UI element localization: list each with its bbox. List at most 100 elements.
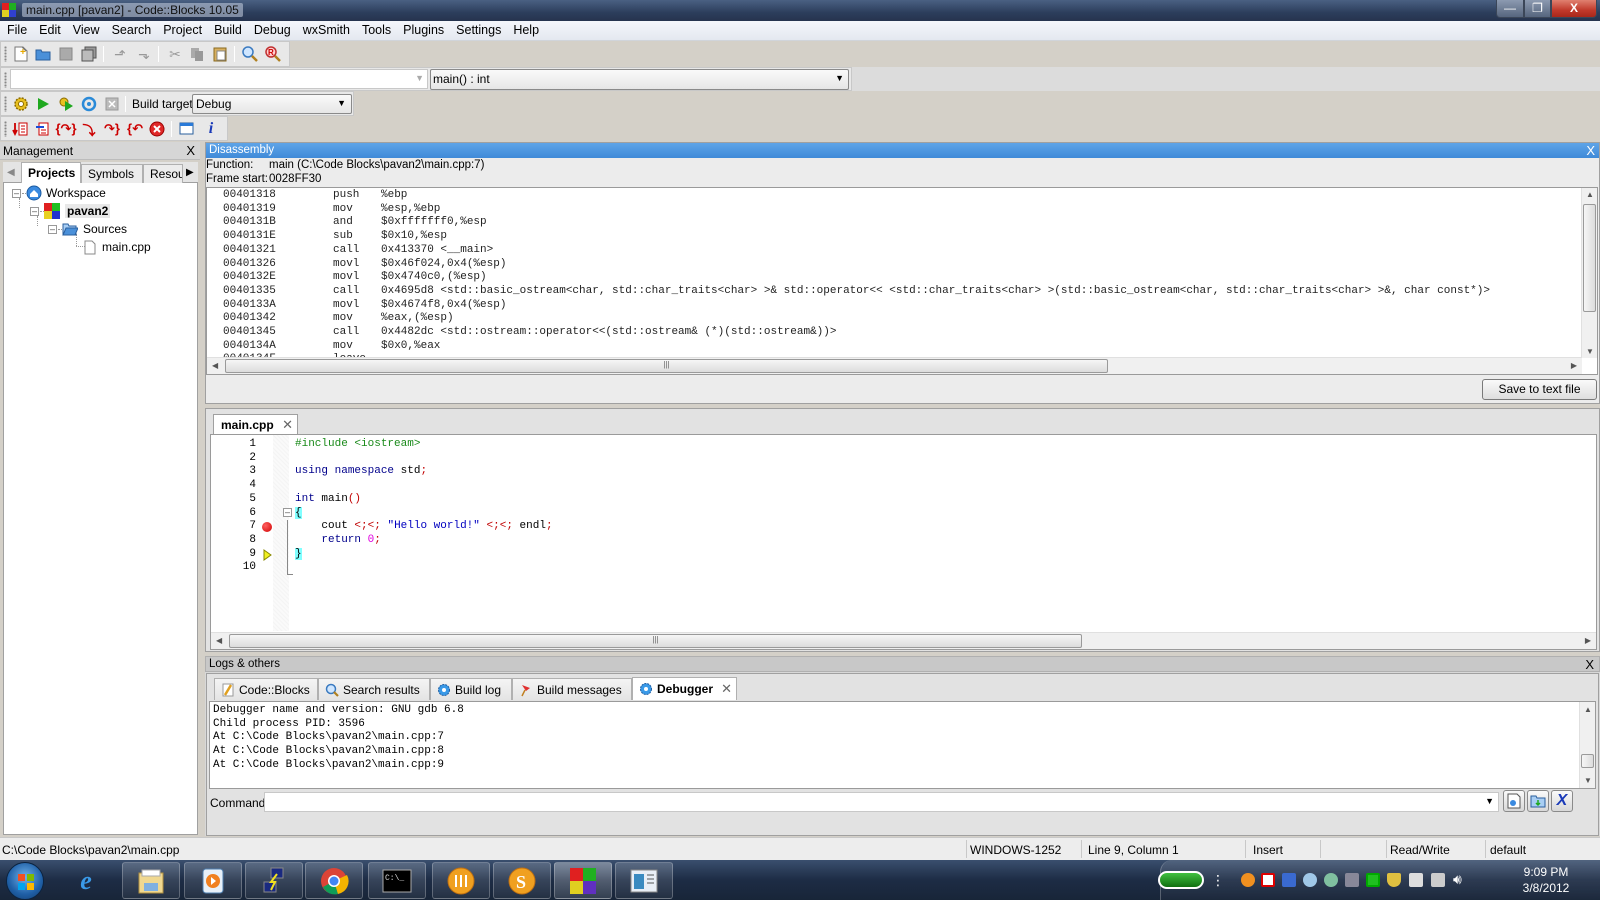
menu-search[interactable]: Search [105, 21, 157, 37]
show-desktop-tree-icon[interactable]: ⋮ [1211, 872, 1225, 888]
find-icon[interactable] [241, 45, 259, 63]
open-folder-icon[interactable] [34, 45, 52, 63]
collapse-workspace-icon[interactable]: – [12, 189, 21, 198]
volume-icon[interactable]: 🔊︎ [1453, 871, 1462, 888]
code-line[interactable]: 7 cout <;<; "Hello world!" <;<; endl; [211, 520, 1551, 534]
build-and-run-icon[interactable] [57, 95, 75, 113]
rebuild-icon[interactable] [80, 95, 98, 113]
command-input[interactable]: ▼ [264, 792, 1499, 812]
breakpoint-icon[interactable] [262, 522, 272, 532]
line-number[interactable]: 8 [211, 534, 256, 546]
line-number[interactable]: 2 [211, 452, 256, 464]
replace-icon[interactable]: R [264, 45, 282, 63]
app-orange-icon[interactable] [432, 862, 490, 899]
line-number[interactable]: 4 [211, 479, 256, 491]
run-icon[interactable] [34, 95, 52, 113]
build-target-dropdown[interactable]: Debug ▼ [192, 94, 352, 114]
scroll-up-icon[interactable]: ▲ [1584, 705, 1592, 714]
scrollbar-thumb[interactable]: ||| [225, 359, 1108, 373]
close-logs-button[interactable]: X [1585, 657, 1594, 672]
tabs-scroll-left-icon[interactable]: ◀ [7, 167, 15, 178]
info-icon[interactable]: i [202, 120, 220, 138]
tabs-scroll-right-icon[interactable]: ▶ [186, 167, 194, 178]
menu-project[interactable]: Project [156, 21, 207, 37]
messenger-icon[interactable] [1303, 873, 1317, 887]
command-prompt-icon[interactable]: C:\_ [368, 862, 426, 899]
toolbar-grip[interactable] [4, 72, 7, 88]
load-command-file-button[interactable] [1503, 790, 1525, 812]
copy-icon[interactable] [188, 45, 206, 63]
toolbar-grip[interactable] [4, 121, 7, 137]
paste-icon[interactable] [211, 45, 229, 63]
menu-help[interactable]: Help [506, 21, 544, 37]
new-file-icon[interactable]: + [12, 45, 30, 63]
code-line[interactable]: 3 using namespace std; [211, 465, 1551, 479]
cut-icon[interactable]: ✂ [166, 45, 184, 63]
code-line[interactable]: 1 #include <iostream> [211, 438, 1551, 452]
network-tool-icon[interactable] [245, 862, 303, 899]
menu-tools[interactable]: Tools [355, 21, 396, 37]
tree-node-sources-folder[interactable]: Sources [62, 220, 127, 238]
debugger-output[interactable]: Debugger name and version: GNU gdb 6.8 Ch… [209, 701, 1596, 789]
maximize-button[interactable]: ❐ [1524, 0, 1551, 18]
disassembly-horizontal-scrollbar[interactable]: ◀ ||| ▶ [207, 357, 1582, 374]
scroll-left-icon[interactable]: ◀ [212, 361, 218, 370]
build-gear-icon[interactable] [12, 95, 30, 113]
code-line[interactable]: 4 [211, 479, 1551, 493]
code-line[interactable]: 10 [211, 561, 1551, 575]
menu-settings[interactable]: Settings [449, 21, 506, 37]
tab-debugger[interactable]: Debugger ✕ [632, 677, 737, 700]
menu-debug[interactable]: Debug [247, 21, 296, 37]
line-number[interactable]: 9 [211, 548, 256, 560]
media-player-icon[interactable] [184, 862, 242, 899]
scroll-down-icon[interactable]: ▼ [1586, 347, 1594, 356]
tab-resources[interactable]: Resou [143, 164, 183, 183]
messenger2-icon[interactable] [1324, 873, 1338, 887]
code-line[interactable]: 2 [211, 452, 1551, 466]
step-into-icon[interactable]: ↷} [103, 120, 121, 138]
start-button[interactable] [6, 862, 44, 900]
redo-icon[interactable]: ⬎ [135, 45, 153, 63]
minimize-button[interactable]: — [1496, 0, 1524, 18]
scrollbar-thumb[interactable] [1583, 204, 1596, 312]
usb-icon[interactable] [1345, 873, 1359, 887]
toolbar-grip[interactable] [4, 46, 7, 62]
plug-icon[interactable] [1409, 873, 1423, 887]
scroll-right-icon[interactable]: ▶ [1585, 636, 1591, 645]
open-folder-button[interactable] [1527, 790, 1549, 812]
tab-search-results[interactable]: Search results [318, 678, 430, 700]
close-window-button[interactable]: X [1551, 0, 1597, 18]
scroll-right-icon[interactable]: ▶ [1571, 361, 1577, 370]
collapse-folder-icon[interactable]: – [48, 225, 57, 234]
scope-dropdown[interactable]: ▼ [10, 69, 428, 89]
chevron-down-icon[interactable]: ▼ [1485, 796, 1494, 806]
menu-view[interactable]: View [66, 21, 105, 37]
tab-projects[interactable]: Projects [21, 162, 81, 183]
code-line[interactable]: 9} [211, 547, 1551, 562]
scroll-up-icon[interactable]: ▲ [1586, 190, 1594, 199]
clear-command-button[interactable]: X [1551, 790, 1573, 812]
menu-build[interactable]: Build [207, 21, 247, 37]
tab-codeblocks-log[interactable]: Code::Blocks [214, 678, 318, 700]
next-line-icon[interactable]: {↷} [56, 120, 77, 138]
line-number[interactable]: 3 [211, 465, 256, 477]
tree-node-file[interactable]: main.cpp [84, 238, 151, 256]
toolbar-grip[interactable] [4, 96, 7, 112]
menu-plugins[interactable]: Plugins [396, 21, 449, 37]
scroll-left-icon[interactable]: ◀ [216, 636, 222, 645]
language-bar-icon[interactable] [1158, 871, 1204, 889]
codeblocks-icon[interactable] [554, 862, 612, 899]
undo-icon[interactable]: ⬏ [111, 45, 129, 63]
debug-run-icon[interactable] [11, 120, 29, 138]
monitor-icon[interactable] [1366, 873, 1380, 887]
close-disassembly-button[interactable]: X [1586, 143, 1595, 158]
tree-node-workspace[interactable]: Workspace [26, 184, 106, 202]
disassembly-list[interactable]: 00401318 push %ebp 00401319 mov %esp,%ebp 0040… [206, 187, 1598, 375]
close-tab-icon[interactable]: ✕ [721, 681, 732, 697]
run-to-cursor-icon[interactable] [34, 120, 52, 138]
code-line[interactable]: 5 int main() [211, 493, 1551, 507]
save-to-text-file-button[interactable]: Save to text file [1482, 379, 1597, 400]
menu-file[interactable]: File [0, 21, 32, 37]
tab-build-log[interactable]: Build log [430, 678, 512, 700]
close-management-button[interactable]: X [186, 143, 195, 158]
